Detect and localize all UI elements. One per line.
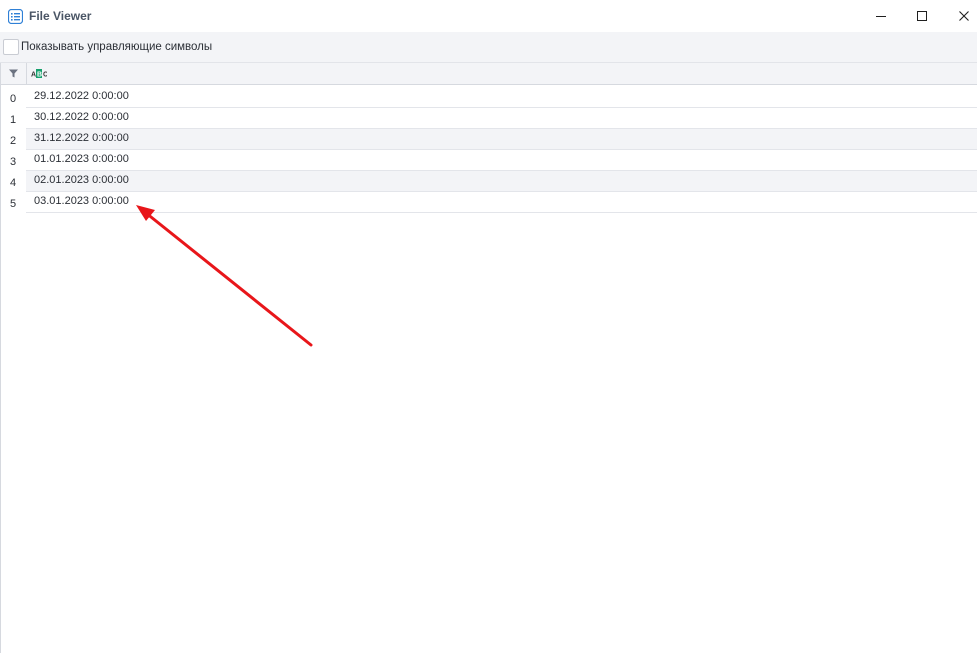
table-cell[interactable]: 03.01.2023 0:00:00 (26, 192, 977, 213)
row-index: 0 (10, 93, 17, 105)
data-grid: A B C 0 29.12.2022 0:00:00 1 30.12.2022 … (0, 63, 977, 653)
filter-icon (9, 69, 18, 78)
filter-button[interactable] (1, 63, 27, 84)
table-row[interactable]: 0 29.12.2022 0:00:00 (1, 87, 977, 108)
title-bar: File Viewer (0, 0, 977, 32)
show-control-chars-checkbox[interactable] (3, 39, 19, 55)
svg-text:C: C (43, 72, 47, 79)
svg-text:B: B (37, 72, 42, 79)
row-index: 5 (10, 198, 17, 210)
table-row[interactable]: 3 01.01.2023 0:00:00 (1, 150, 977, 171)
row-index: 4 (10, 177, 17, 189)
table-cell[interactable]: 29.12.2022 0:00:00 (26, 87, 977, 108)
row-index: 3 (10, 156, 17, 168)
minimize-icon (876, 16, 886, 17)
show-control-chars-label[interactable]: Показывать управляющие символы (21, 41, 212, 53)
row-index: 1 (10, 114, 17, 126)
string-type-icon[interactable]: A B C (31, 69, 47, 78)
minimize-button[interactable] (859, 0, 903, 32)
table-row[interactable]: 5 03.01.2023 0:00:00 (1, 192, 977, 213)
svg-text:A: A (31, 72, 36, 79)
maximize-button[interactable] (900, 0, 944, 32)
row-index: 2 (10, 135, 17, 147)
close-button[interactable] (942, 0, 977, 32)
table-row[interactable]: 4 02.01.2023 0:00:00 (1, 171, 977, 192)
table-row[interactable]: 1 30.12.2022 0:00:00 (1, 108, 977, 129)
table-cell[interactable]: 31.12.2022 0:00:00 (26, 129, 977, 150)
maximize-icon (917, 11, 927, 21)
table-cell[interactable]: 02.01.2023 0:00:00 (26, 171, 977, 192)
close-icon (959, 11, 969, 21)
table-row[interactable]: 2 31.12.2022 0:00:00 (1, 129, 977, 150)
window-title: File Viewer (29, 9, 92, 23)
grid-header: A B C (1, 63, 977, 85)
table-cell[interactable]: 01.01.2023 0:00:00 (26, 150, 977, 171)
table-cell[interactable]: 30.12.2022 0:00:00 (26, 108, 977, 129)
options-bar: Показывать управляющие символы (0, 32, 977, 63)
grid-rows: 0 29.12.2022 0:00:00 1 30.12.2022 0:00:0… (1, 87, 977, 213)
list-icon (8, 9, 23, 24)
